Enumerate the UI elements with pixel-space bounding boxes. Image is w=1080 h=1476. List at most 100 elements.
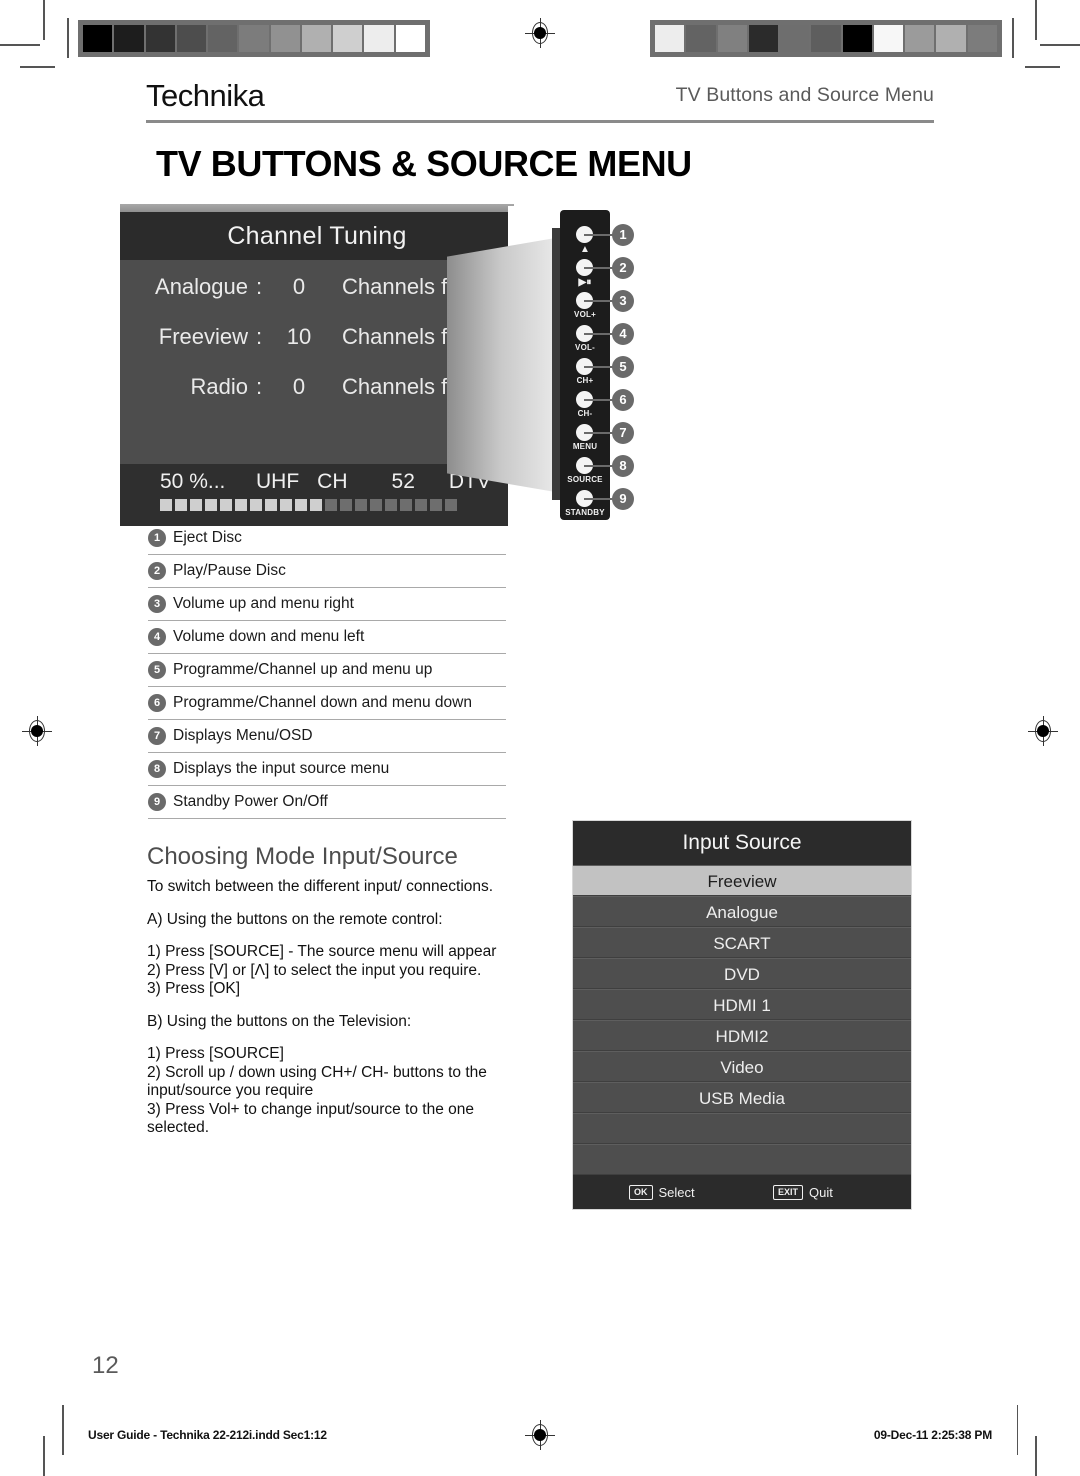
ok-select-hint[interactable]: OK Select xyxy=(629,1184,695,1200)
legend-item-label: Displays Menu/OSD xyxy=(173,727,313,744)
tv-panel-button-label-5: CH+ xyxy=(576,376,594,385)
input-source-item[interactable]: USB Media xyxy=(573,1082,911,1113)
osd-scan-percent: 50 %... xyxy=(160,470,226,493)
legend-item-number: 7 xyxy=(148,727,166,745)
ok-key-icon: OK xyxy=(629,1184,653,1200)
color-bar-left-swatch xyxy=(176,25,207,52)
input-source-item-empty xyxy=(573,1113,911,1144)
legend-item-label: Eject Disc xyxy=(173,529,242,546)
osd-progress-block xyxy=(430,499,442,511)
tv-panel-button-label-8: SOURCE xyxy=(567,475,603,484)
crop-mark-tl-horizontal xyxy=(0,44,40,46)
osd-progress-block xyxy=(235,499,247,511)
input-source-item[interactable]: HDMI 1 xyxy=(573,989,911,1020)
color-bar-left-swatch xyxy=(145,25,175,52)
body-paragraph: B) Using the buttons on the Television: xyxy=(147,1012,412,1030)
legend-item: 2 Play/Pause Disc xyxy=(148,555,506,588)
legend-item-label: Programme/Channel up and menu up xyxy=(173,661,433,678)
registration-target-bottom-center xyxy=(525,1420,555,1450)
callout-marker-2: 2 xyxy=(612,257,634,279)
color-calibration-bar-right xyxy=(650,20,1002,57)
osd-channel-number: 52 xyxy=(391,470,415,493)
crop-mark-br-vertical xyxy=(1035,1436,1037,1476)
ok-action-label: Select xyxy=(658,1184,695,1200)
tv-panel-button-label-1: ▲ xyxy=(579,244,591,255)
color-bar-right-swatch xyxy=(717,25,747,52)
color-bar-left-swatch xyxy=(333,25,363,52)
color-bar-right-swatch xyxy=(686,25,716,52)
tv-panel-button-label-6: CH- xyxy=(577,409,593,418)
tv-panel-button-label-4: VOL- xyxy=(575,343,595,352)
tv-panel-button-label-9: STANDBY xyxy=(565,508,605,517)
color-bar-right-swatch xyxy=(936,25,966,52)
legend-item: 3 Volume up and menu right xyxy=(148,588,506,621)
crop-mark-bl-vertical xyxy=(43,1436,45,1476)
legend-item: 8 Displays the input source menu xyxy=(148,753,506,786)
color-bar-left-swatch xyxy=(395,25,425,52)
callout-leader-line xyxy=(584,267,614,269)
exit-action-label: Quit xyxy=(809,1184,833,1200)
osd-row-label: Radio xyxy=(190,374,248,399)
legend-item-number: 5 xyxy=(148,661,166,679)
osd-top-bezel-strip xyxy=(120,204,514,212)
color-bar-right-swatch xyxy=(811,25,841,52)
choosing-mode-body: To switch between the different input/ c… xyxy=(147,878,507,1138)
body-paragraph: 1) Press [SOURCE] - The source menu will… xyxy=(147,943,497,997)
callout-marker-9: 9 xyxy=(612,488,634,510)
input-source-item[interactable]: SCART xyxy=(573,927,911,958)
osd-progress-block xyxy=(205,499,217,511)
legend-item: 4 Volume down and menu left xyxy=(148,621,506,654)
input-source-item[interactable]: Freeview xyxy=(573,865,911,896)
osd-progress-block xyxy=(310,499,322,511)
crop-mark-tl-divider xyxy=(67,18,69,58)
crop-mark-tl-vertical xyxy=(43,0,45,40)
callout-marker-5: 5 xyxy=(612,356,634,378)
input-source-item[interactable]: HDMI2 xyxy=(573,1020,911,1051)
registration-target-right-middle xyxy=(1028,716,1058,746)
legend-item-label: Programme/Channel down and menu down xyxy=(173,694,472,711)
osd-progress-block xyxy=(445,499,457,511)
crop-mark-tr-vertical xyxy=(1035,0,1037,40)
callout-marker-6: 6 xyxy=(612,389,634,411)
tv-panel-button-label-3: VOL+ xyxy=(574,310,596,319)
color-bar-left-swatch xyxy=(301,25,332,52)
input-source-item[interactable]: Video xyxy=(573,1051,911,1082)
osd-progress-bar xyxy=(120,494,514,511)
color-bar-left-swatch xyxy=(208,25,238,52)
input-source-item[interactable]: Analogue xyxy=(573,896,911,927)
osd-progress-block xyxy=(385,499,397,511)
color-bar-left-swatch xyxy=(83,25,113,52)
color-bar-right-swatch xyxy=(842,25,872,52)
registration-dot xyxy=(1037,725,1049,737)
color-bar-right-swatch xyxy=(873,25,904,52)
osd-progress-block xyxy=(295,499,307,511)
color-bar-left-swatch xyxy=(270,25,300,52)
registration-target-top-center xyxy=(525,18,555,48)
osd-progress-block xyxy=(190,499,202,511)
tv-side-button-panel: ▲ ▶⏸ VOL+ VOL- CH+ CH- MENU SOURCE STANDBY xyxy=(560,210,610,520)
brand-logo: Technika xyxy=(146,78,265,113)
body-paragraph: A) Using the buttons on the remote contr… xyxy=(147,910,443,928)
callout-leader-line xyxy=(584,366,614,368)
body-paragraph: To switch between the different input/ c… xyxy=(147,878,494,895)
callout-marker-4: 4 xyxy=(612,323,634,345)
color-bar-right-swatch xyxy=(655,25,685,52)
color-calibration-bar-left xyxy=(78,20,430,57)
legend-item-number: 3 xyxy=(148,595,166,613)
body-paragraph: 1) Press [SOURCE] 2) Scroll up / down us… xyxy=(147,1045,487,1136)
osd-progress-block xyxy=(415,499,427,511)
input-source-menu: Input Source Freeview Analogue SCART DVD HDM… xyxy=(572,820,912,1210)
exit-quit-hint[interactable]: EXIT Quit xyxy=(773,1184,833,1200)
footer-rule-right xyxy=(1016,1405,1018,1455)
legend-item-label: Displays the input source menu xyxy=(173,760,390,777)
legend-item-number: 9 xyxy=(148,793,166,811)
crop-mark-tr-divider xyxy=(1012,18,1014,58)
legend-item-number: 1 xyxy=(148,529,166,547)
legend-item-number: 4 xyxy=(148,628,166,646)
legend-item-number: 8 xyxy=(148,760,166,778)
color-bar-right-swatch xyxy=(780,25,810,52)
crop-mark-tl-bleed xyxy=(20,66,55,68)
osd-progress-block xyxy=(175,499,187,511)
input-source-item[interactable]: DVD xyxy=(573,958,911,989)
osd-progress-block xyxy=(220,499,232,511)
